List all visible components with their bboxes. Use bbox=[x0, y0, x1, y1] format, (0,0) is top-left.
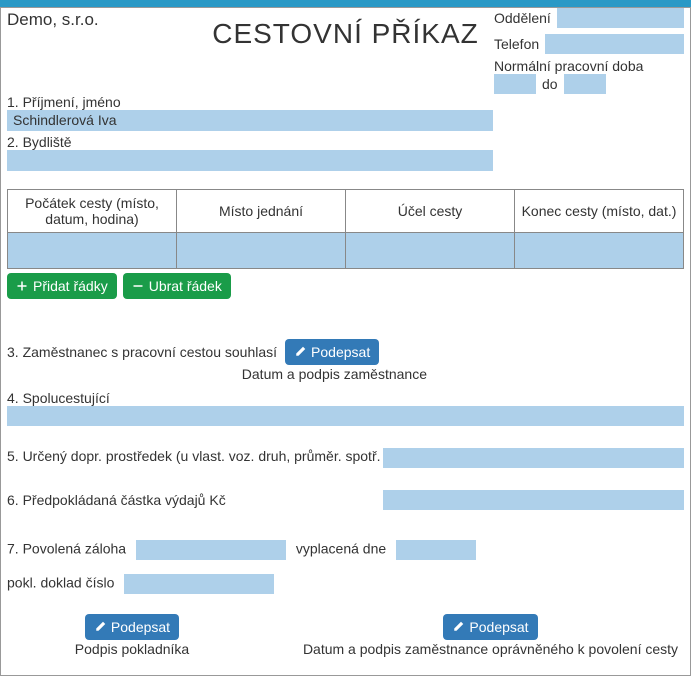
trip-table: Počátek cesty (místo, datum, hodina) Mís… bbox=[7, 189, 684, 269]
hours-from-input[interactable] bbox=[494, 74, 536, 94]
table-row bbox=[8, 233, 684, 269]
table-cell[interactable] bbox=[8, 233, 177, 269]
table-h4: Konec cesty (místo, dat.) bbox=[515, 190, 684, 233]
sec5-label: 5. Určený dopr. prostředek (u vlast. voz… bbox=[7, 448, 367, 464]
phone-input[interactable] bbox=[545, 34, 684, 54]
phone-label: Telefon bbox=[494, 36, 539, 52]
pencil-icon bbox=[452, 621, 464, 633]
sign-button-approver[interactable]: Podepsat bbox=[443, 614, 537, 640]
sec4-input[interactable] bbox=[7, 406, 684, 426]
minus-icon bbox=[132, 280, 144, 292]
sec3-label: 3. Zaměstnanec s pracovní cestou souhlas… bbox=[7, 344, 277, 360]
dept-input[interactable] bbox=[557, 8, 684, 28]
sec7-amount-input[interactable] bbox=[136, 540, 286, 560]
pencil-icon bbox=[94, 621, 106, 633]
dept-label: Oddělení bbox=[494, 10, 551, 26]
footer-right-caption: Datum a podpis zaměstnance oprávněného k… bbox=[297, 641, 684, 657]
sec7-mid-label: vyplacená dne bbox=[296, 541, 386, 557]
f2-input[interactable] bbox=[7, 150, 493, 171]
sec6-input[interactable] bbox=[383, 490, 684, 510]
pencil-icon bbox=[294, 346, 306, 358]
sign-button-cashier[interactable]: Podepsat bbox=[85, 614, 179, 640]
table-h1: Počátek cesty (místo, datum, hodina) bbox=[8, 190, 177, 233]
f2-label: 2. Bydliště bbox=[7, 134, 684, 150]
sec7-doc-input[interactable] bbox=[124, 574, 274, 594]
table-cell[interactable] bbox=[346, 233, 515, 269]
remove-row-button[interactable]: Ubrat řádek bbox=[123, 273, 231, 299]
remove-row-label: Ubrat řádek bbox=[149, 278, 222, 294]
sec4-label: 4. Spolucestující bbox=[7, 390, 110, 406]
sec3-caption: Datum a podpis zaměstnance bbox=[7, 366, 427, 382]
top-bar bbox=[0, 0, 691, 7]
sign-label: Podepsat bbox=[111, 619, 170, 635]
add-rows-button[interactable]: Přidat řádky bbox=[7, 273, 117, 299]
footer-left-caption: Podpis pokladníka bbox=[7, 641, 257, 657]
sign-label: Podepsat bbox=[311, 344, 370, 360]
sec7-date-input[interactable] bbox=[396, 540, 476, 560]
sign-button-employee[interactable]: Podepsat bbox=[285, 339, 379, 365]
sec5-input[interactable] bbox=[383, 448, 684, 468]
table-cell[interactable] bbox=[177, 233, 346, 269]
table-h2: Místo jednání bbox=[177, 190, 346, 233]
right-side-panel: Oddělení Telefon Normální pracovní doba … bbox=[494, 8, 684, 97]
table-h3: Účel cesty bbox=[346, 190, 515, 233]
sec6-label: 6. Předpokládaná částka výdajů Kč bbox=[7, 492, 367, 508]
add-rows-label: Přidat řádky bbox=[33, 278, 108, 294]
sec7-doc-label: pokl. doklad číslo bbox=[7, 575, 114, 591]
f1-input[interactable]: Schindlerová Iva bbox=[7, 110, 493, 131]
hours-to-label: do bbox=[542, 76, 558, 92]
company-name: Demo, s.r.o. bbox=[7, 10, 99, 30]
table-cell[interactable] bbox=[515, 233, 684, 269]
plus-icon bbox=[16, 280, 28, 292]
sign-label: Podepsat bbox=[469, 619, 528, 635]
sec7-label: 7. Povolená záloha bbox=[7, 541, 126, 557]
hours-label: Normální pracovní doba bbox=[494, 58, 643, 74]
hours-to-input[interactable] bbox=[564, 74, 606, 94]
